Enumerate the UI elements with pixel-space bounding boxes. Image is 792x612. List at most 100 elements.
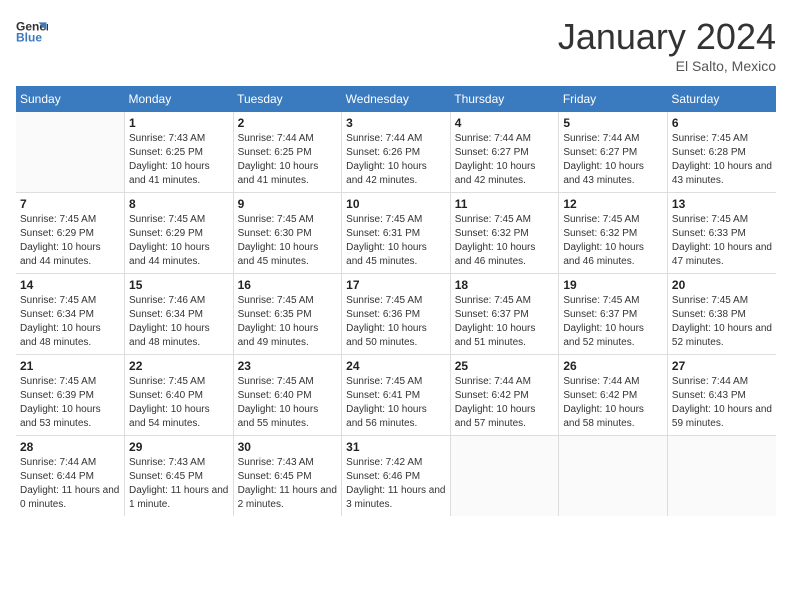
calendar-cell: 27Sunrise: 7:44 AMSunset: 6:43 PMDayligh…: [667, 355, 776, 436]
calendar-cell: 3 Sunrise: 7:44 AMSunset: 6:26 PMDaylight…: [342, 112, 451, 193]
calendar-cell: 22 Sunrise: 7:45 AMSunset: 6:40 PMDayligh…: [125, 355, 234, 436]
calendar-week-row: 28 Sunrise: 7:44 AMSunset: 6:44 PMDayligh…: [16, 436, 776, 517]
day-info: Sunrise: 7:45 AMSunset: 6:28 PMDaylight:…: [672, 132, 772, 188]
day-number: 20: [672, 278, 772, 292]
calendar-cell: 2Sunrise: 7:44 AMSunset: 6:25 PMDaylight…: [233, 112, 342, 193]
day-info: Sunrise: 7:43 AMSunset: 6:45 PMDaylight:…: [238, 456, 338, 512]
title-block: January 2024 El Salto, Mexico: [558, 16, 776, 74]
calendar-cell: 1 Sunrise: 7:43 AMSunset: 6:25 PMDaylight…: [125, 112, 234, 193]
day-info: Sunrise: 7:43 AMSunset: 6:45 PMDaylight:…: [129, 456, 229, 512]
day-info: Sunrise: 7:45 AMSunset: 6:39 PMDaylight:…: [20, 375, 120, 431]
calendar-table: SundayMondayTuesdayWednesdayThursdayFrid…: [16, 86, 776, 516]
calendar-cell: 24 Sunrise: 7:45 AMSunset: 6:41 PMDayligh…: [342, 355, 451, 436]
day-info: Sunrise: 7:45 AMSunset: 6:41 PMDaylight:…: [346, 375, 446, 431]
calendar-cell: 23 Sunrise: 7:45 AMSunset: 6:40 PMDayligh…: [233, 355, 342, 436]
calendar-cell: 28 Sunrise: 7:44 AMSunset: 6:44 PMDayligh…: [16, 436, 125, 517]
calendar-cell: 13 Sunrise: 7:45 AMSunset: 6:33 PMDayligh…: [667, 193, 776, 274]
calendar-cell: [559, 436, 668, 517]
location-subtitle: El Salto, Mexico: [558, 58, 776, 74]
day-number: 23: [238, 359, 338, 373]
day-number: 14: [20, 278, 120, 292]
calendar-cell: 21 Sunrise: 7:45 AMSunset: 6:39 PMDayligh…: [16, 355, 125, 436]
calendar-cell: 15Sunrise: 7:46 AMSunset: 6:34 PMDayligh…: [125, 274, 234, 355]
day-number: 12: [563, 197, 663, 211]
day-info: Sunrise: 7:45 AMSunset: 6:37 PMDaylight:…: [563, 294, 663, 350]
day-info: Sunrise: 7:44 AMSunset: 6:27 PMDaylight:…: [563, 132, 663, 188]
calendar-week-row: 1 Sunrise: 7:43 AMSunset: 6:25 PMDaylight…: [16, 112, 776, 193]
day-number: 7: [20, 197, 120, 211]
day-info: Sunrise: 7:45 AMSunset: 6:40 PMDaylight:…: [129, 375, 229, 431]
calendar-cell: [16, 112, 125, 193]
day-info: Sunrise: 7:45 AMSunset: 6:29 PMDaylight:…: [129, 213, 229, 269]
day-number: 19: [563, 278, 663, 292]
calendar-cell: [667, 436, 776, 517]
calendar-cell: 14 Sunrise: 7:45 AMSunset: 6:34 PMDayligh…: [16, 274, 125, 355]
day-number: 16: [238, 278, 338, 292]
day-number: 2: [238, 116, 338, 130]
day-info: Sunrise: 7:45 AMSunset: 6:32 PMDaylight:…: [455, 213, 555, 269]
day-info: Sunrise: 7:42 AMSunset: 6:46 PMDaylight:…: [346, 456, 446, 512]
calendar-cell: 19 Sunrise: 7:45 AMSunset: 6:37 PMDayligh…: [559, 274, 668, 355]
day-info: Sunrise: 7:45 AMSunset: 6:33 PMDaylight:…: [672, 213, 772, 269]
day-info: Sunrise: 7:45 AMSunset: 6:32 PMDaylight:…: [563, 213, 663, 269]
day-info: Sunrise: 7:45 AMSunset: 6:29 PMDaylight:…: [20, 213, 120, 269]
day-info: Sunrise: 7:44 AMSunset: 6:44 PMDaylight:…: [20, 456, 120, 512]
calendar-cell: 16 Sunrise: 7:45 AMSunset: 6:35 PMDayligh…: [233, 274, 342, 355]
day-number: 1: [129, 116, 229, 130]
calendar-cell: [450, 436, 559, 517]
day-number: 17: [346, 278, 446, 292]
calendar-cell: 20Sunrise: 7:45 AMSunset: 6:38 PMDayligh…: [667, 274, 776, 355]
col-header-monday: Monday: [125, 86, 234, 112]
day-info: Sunrise: 7:46 AMSunset: 6:34 PMDaylight:…: [129, 294, 229, 350]
day-info: Sunrise: 7:44 AMSunset: 6:26 PMDaylight:…: [346, 132, 446, 188]
day-info: Sunrise: 7:45 AMSunset: 6:36 PMDaylight:…: [346, 294, 446, 350]
col-header-thursday: Thursday: [450, 86, 559, 112]
calendar-cell: 26 Sunrise: 7:44 AMSunset: 6:42 PMDayligh…: [559, 355, 668, 436]
day-number: 11: [455, 197, 555, 211]
col-header-friday: Friday: [559, 86, 668, 112]
day-info: Sunrise: 7:45 AMSunset: 6:35 PMDaylight:…: [238, 294, 338, 350]
day-info: Sunrise: 7:43 AMSunset: 6:25 PMDaylight:…: [129, 132, 229, 188]
day-number: 8: [129, 197, 229, 211]
day-number: 24: [346, 359, 446, 373]
logo: General Blue: [16, 16, 48, 48]
calendar-cell: 29Sunrise: 7:43 AMSunset: 6:45 PMDayligh…: [125, 436, 234, 517]
day-info: Sunrise: 7:45 AMSunset: 6:30 PMDaylight:…: [238, 213, 338, 269]
day-info: Sunrise: 7:44 AMSunset: 6:42 PMDaylight:…: [563, 375, 663, 431]
calendar-cell: 8 Sunrise: 7:45 AMSunset: 6:29 PMDaylight…: [125, 193, 234, 274]
col-header-tuesday: Tuesday: [233, 86, 342, 112]
logo-icon: General Blue: [16, 16, 48, 48]
day-number: 3: [346, 116, 446, 130]
day-number: 21: [20, 359, 120, 373]
calendar-week-row: 7 Sunrise: 7:45 AMSunset: 6:29 PMDaylight…: [16, 193, 776, 274]
svg-text:Blue: Blue: [16, 31, 42, 45]
calendar-cell: 5 Sunrise: 7:44 AMSunset: 6:27 PMDaylight…: [559, 112, 668, 193]
day-info: Sunrise: 7:45 AMSunset: 6:34 PMDaylight:…: [20, 294, 120, 350]
calendar-cell: 10Sunrise: 7:45 AMSunset: 6:31 PMDayligh…: [342, 193, 451, 274]
day-info: Sunrise: 7:45 AMSunset: 6:31 PMDaylight:…: [346, 213, 446, 269]
calendar-cell: 30Sunrise: 7:43 AMSunset: 6:45 PMDayligh…: [233, 436, 342, 517]
calendar-cell: 7 Sunrise: 7:45 AMSunset: 6:29 PMDaylight…: [16, 193, 125, 274]
day-number: 22: [129, 359, 229, 373]
calendar-cell: 17 Sunrise: 7:45 AMSunset: 6:36 PMDayligh…: [342, 274, 451, 355]
day-number: 18: [455, 278, 555, 292]
day-number: 25: [455, 359, 555, 373]
day-number: 6: [672, 116, 772, 130]
calendar-cell: 6 Sunrise: 7:45 AMSunset: 6:28 PMDaylight…: [667, 112, 776, 193]
calendar-cell: 11 Sunrise: 7:45 AMSunset: 6:32 PMDayligh…: [450, 193, 559, 274]
calendar-cell: 9 Sunrise: 7:45 AMSunset: 6:30 PMDaylight…: [233, 193, 342, 274]
col-header-sunday: Sunday: [16, 86, 125, 112]
calendar-week-row: 21 Sunrise: 7:45 AMSunset: 6:39 PMDayligh…: [16, 355, 776, 436]
page-header: General Blue January 2024 El Salto, Mexi…: [16, 16, 776, 74]
day-number: 28: [20, 440, 120, 454]
day-info: Sunrise: 7:45 AMSunset: 6:40 PMDaylight:…: [238, 375, 338, 431]
day-number: 26: [563, 359, 663, 373]
day-number: 13: [672, 197, 772, 211]
day-number: 5: [563, 116, 663, 130]
day-number: 27: [672, 359, 772, 373]
calendar-week-row: 14 Sunrise: 7:45 AMSunset: 6:34 PMDayligh…: [16, 274, 776, 355]
calendar-cell: 31Sunrise: 7:42 AMSunset: 6:46 PMDayligh…: [342, 436, 451, 517]
calendar-cell: 12 Sunrise: 7:45 AMSunset: 6:32 PMDayligh…: [559, 193, 668, 274]
day-number: 9: [238, 197, 338, 211]
col-header-saturday: Saturday: [667, 86, 776, 112]
